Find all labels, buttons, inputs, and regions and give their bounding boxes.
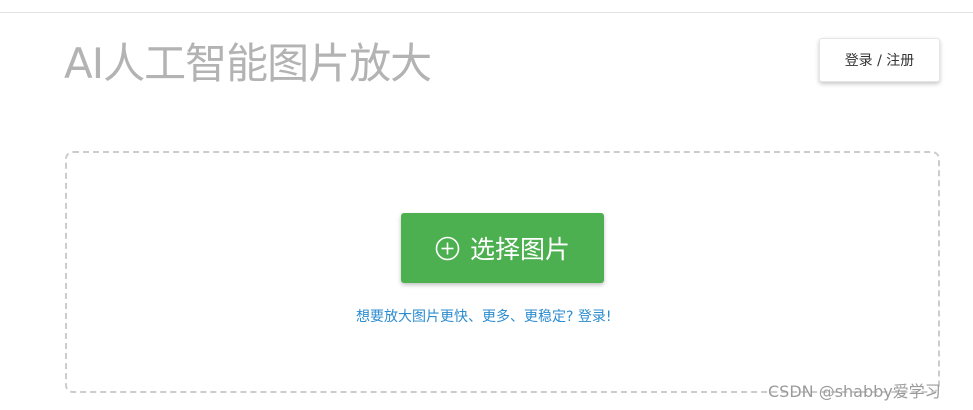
plus-circle-icon xyxy=(435,236,460,261)
hint-container: 想要放大图片更快、更多、更稳定? 登录! xyxy=(0,306,973,326)
page-title: AI人工智能图片放大 xyxy=(64,39,432,88)
select-image-button[interactable]: 选择图片 xyxy=(401,213,604,283)
select-image-label: 选择图片 xyxy=(469,235,570,264)
top-divider xyxy=(0,12,973,13)
watermark: CSDN @shabby爱学习 xyxy=(768,382,941,401)
login-register-button[interactable]: 登录 / 注册 xyxy=(819,38,940,82)
login-hint-link[interactable]: 想要放大图片更快、更多、更稳定? 登录! xyxy=(356,306,612,326)
